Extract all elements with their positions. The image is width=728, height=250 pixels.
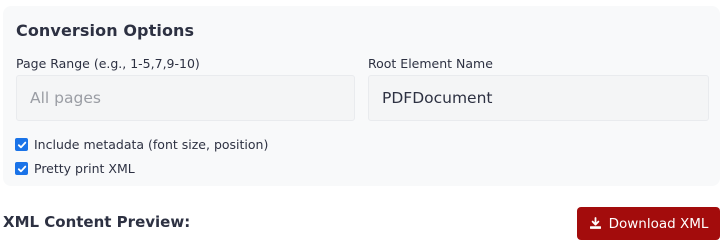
include-metadata-checkbox[interactable] bbox=[15, 138, 28, 151]
download-label: Download XML bbox=[608, 215, 709, 232]
include-metadata-option[interactable]: Include metadata (font size, position) bbox=[15, 137, 268, 152]
xml-preview-title: XML Content Preview: bbox=[3, 213, 191, 231]
conversion-options-panel: Conversion Options Page Range (e.g., 1-5… bbox=[3, 6, 720, 186]
root-element-input[interactable] bbox=[368, 75, 709, 121]
page-range-input[interactable] bbox=[16, 75, 355, 121]
pretty-print-checkbox[interactable] bbox=[15, 162, 28, 175]
pretty-print-option[interactable]: Pretty print XML bbox=[15, 161, 135, 176]
include-metadata-label: Include metadata (font size, position) bbox=[34, 137, 269, 152]
download-xml-button[interactable]: Download XML bbox=[577, 207, 720, 240]
root-element-label: Root Element Name bbox=[368, 56, 493, 71]
download-icon bbox=[589, 217, 602, 230]
checkmark-icon bbox=[17, 165, 26, 172]
checkmark-icon bbox=[17, 141, 26, 148]
page-range-label: Page Range (e.g., 1-5,7,9-10) bbox=[16, 56, 200, 71]
panel-title: Conversion Options bbox=[16, 21, 195, 40]
pretty-print-label: Pretty print XML bbox=[34, 161, 135, 176]
